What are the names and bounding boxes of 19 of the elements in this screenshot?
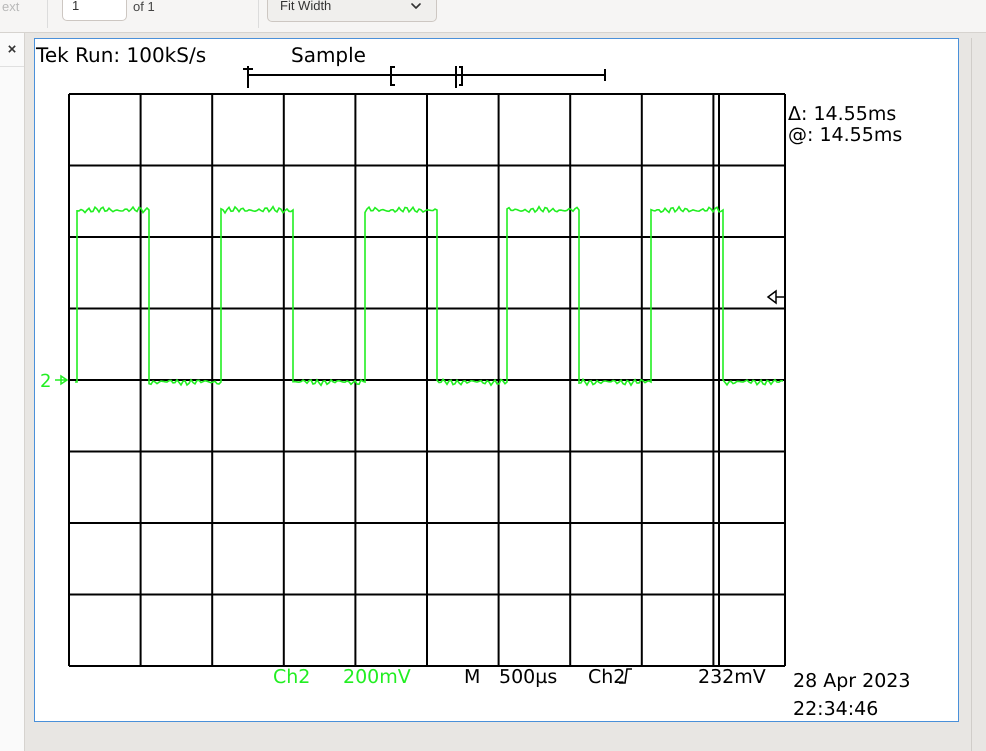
channel-label: Ch2 xyxy=(273,666,310,688)
page-count: of 1 xyxy=(133,0,155,16)
close-button[interactable]: × xyxy=(8,42,16,57)
timebase-value: 500µs xyxy=(499,666,558,688)
channel-arrow-icon xyxy=(54,375,68,385)
delta-readout: Δ: 14.55ms xyxy=(788,103,896,125)
channel-scale: 200mV xyxy=(343,666,411,688)
trigger-source: Ch2 xyxy=(588,666,626,688)
zoom-select[interactable]: Fit Width xyxy=(267,0,437,22)
trigger-level-arrow-icon xyxy=(766,290,785,304)
channel-marker: 2 xyxy=(40,371,52,392)
capture-time: 22:34:46 xyxy=(793,698,878,720)
acquisition-mode: Sample xyxy=(291,43,366,67)
timebase-label: M xyxy=(464,666,480,688)
header-text: Tek Run: 100kS/s xyxy=(36,43,206,67)
capture-date: 28 Apr 2023 xyxy=(793,670,910,692)
trigger-level: 232mV xyxy=(698,666,766,688)
page-input[interactable]: 1 xyxy=(62,0,127,21)
cursor-position-readout: @: 14.55ms xyxy=(788,124,902,146)
